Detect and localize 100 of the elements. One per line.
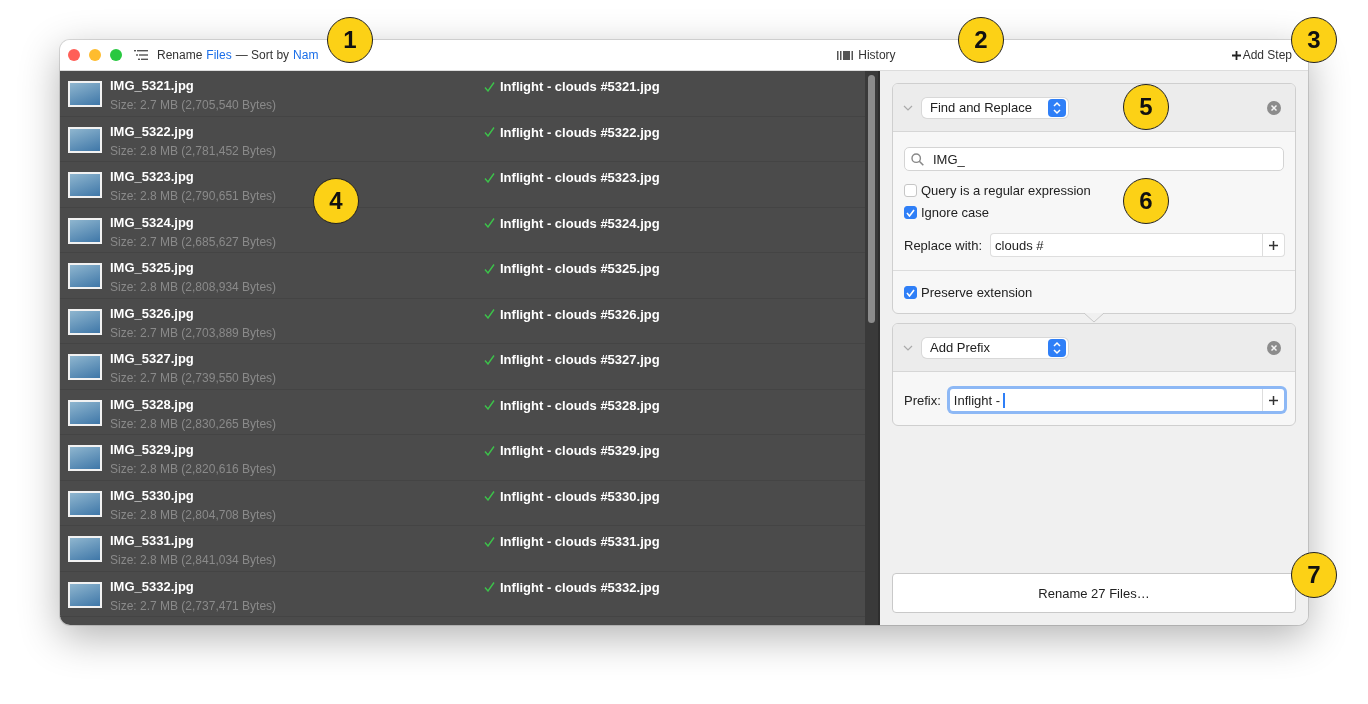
stepper-icon: [1048, 98, 1066, 117]
photo-thumbnail: [68, 581, 102, 608]
remove-icon[interactable]: [1267, 100, 1281, 115]
remove-icon[interactable]: [1267, 340, 1281, 355]
checkbox-label: Query is a regular expression: [921, 183, 1091, 198]
files-link[interactable]: Files: [206, 48, 232, 62]
photo-thumbnail: [68, 490, 102, 517]
checkmark-icon: [484, 81, 495, 92]
photo-thumbnail: [68, 445, 102, 471]
checkmark-icon: [484, 263, 495, 274]
callout-marker: 3: [1291, 17, 1337, 63]
sort-label: — Sort by: [235, 48, 290, 62]
checkmark-icon: [906, 208, 915, 217]
new-file-name: Inflight - clouds #5322.jpg: [500, 124, 660, 140]
step-type-dropdown[interactable]: Add Prefix: [922, 337, 1068, 358]
file-name: IMG_5322.jpg: [110, 123, 194, 139]
file-size: Size: 2.8 MB (2,790,651 Bytes): [110, 189, 277, 203]
stepper-icon: [1048, 338, 1066, 357]
chevron-icon: [903, 104, 913, 111]
new-file-name: Inflight - clouds #5323.jpg: [500, 170, 660, 185]
new-file-name: Inflight - clouds #5327.jpg: [500, 352, 660, 367]
list-icon: [134, 50, 148, 60]
field-label: Prefix:: [904, 392, 941, 408]
checkbox[interactable]: [904, 206, 917, 219]
new-file-name: Inflight - clouds #5324.jpg: [500, 215, 660, 231]
photo-thumbnail: [68, 354, 102, 380]
minimize-button[interactable]: [89, 49, 101, 61]
file-name: IMG_5321.jpg: [110, 78, 194, 93]
plus-icon: [1269, 395, 1278, 405]
file-name: IMG_5323.jpg: [110, 169, 194, 184]
checkmark-icon: [484, 218, 495, 228]
callout-marker: 2: [958, 17, 1004, 63]
file-size: Size: 2.7 MB (2,739,550 Bytes): [110, 371, 277, 385]
new-file-name: Inflight - clouds #5321.jpg: [500, 79, 660, 94]
file-size: Size: 2.7 MB (2,703,889 Bytes): [110, 325, 277, 340]
search-icon: [911, 152, 924, 166]
checkmark-icon: [484, 172, 495, 183]
checkmark-icon: [484, 309, 495, 319]
new-file-name: Inflight - clouds #5325.jpg: [500, 261, 660, 276]
checkmark-icon: [484, 127, 495, 137]
history-button[interactable]: History: [837, 48, 896, 62]
zoom-button[interactable]: [110, 49, 122, 61]
file-size: Size: 2.8 MB (2,841,034 Bytes): [110, 553, 277, 567]
checkmark-icon: [484, 445, 495, 456]
file-size: Size: 2.8 MB (2,781,452 Bytes): [110, 143, 277, 158]
checkbox[interactable]: [904, 184, 917, 197]
file-size: Size: 2.7 MB (2,685,627 Bytes): [110, 234, 277, 249]
add-step-button[interactable]: Add Step: [1231, 48, 1292, 62]
new-file-name: Inflight - clouds #5330.jpg: [500, 488, 660, 504]
checkmark-icon: [484, 582, 495, 592]
close-button[interactable]: [68, 49, 80, 61]
rename-button[interactable]: Rename 27 Files…: [892, 573, 1296, 613]
callout-marker: 1: [327, 17, 373, 63]
scroll-thumb[interactable]: [868, 75, 875, 323]
checkbox[interactable]: [904, 286, 917, 299]
checkmark-icon: [484, 354, 495, 365]
file-size: Size: 2.8 MB (2,808,934 Bytes): [110, 280, 277, 294]
file-name: IMG_5324.jpg: [110, 214, 194, 230]
field-label: Replace with:: [904, 237, 983, 253]
step-type-dropdown[interactable]: Find and Replace: [922, 97, 1068, 118]
file-name: IMG_5325.jpg: [110, 260, 194, 275]
file-name: IMG_5329.jpg: [110, 442, 194, 457]
prefix-field[interactable]: Inflight -: [949, 389, 1284, 411]
file-size: Size: 2.7 MB (2,737,471 Bytes): [110, 598, 277, 613]
sort-link[interactable]: Nam: [293, 48, 319, 62]
file-name: IMG_5331.jpg: [110, 533, 194, 548]
new-file-name: Inflight - clouds #5329.jpg: [500, 443, 660, 458]
photo-thumbnail: [68, 126, 102, 153]
photo-thumbnail: [68, 263, 102, 289]
file-size: Size: 2.7 MB (2,705,540 Bytes): [110, 98, 277, 112]
scrollbar[interactable]: [865, 71, 880, 625]
checkmark-icon: [484, 491, 495, 501]
replace-field[interactable]: clouds #: [991, 234, 1284, 256]
file-name: IMG_5332.jpg: [110, 578, 194, 594]
photo-thumbnail: [68, 399, 102, 426]
file-name: IMG_5326.jpg: [110, 305, 194, 321]
photo-thumbnail: [68, 172, 102, 198]
photo-thumbnail: [68, 536, 102, 562]
file-size: Size: 2.8 MB (2,804,708 Bytes): [110, 507, 277, 522]
checkbox-label: Preserve extension: [921, 285, 1033, 300]
file-name: IMG_5330.jpg: [110, 487, 194, 503]
checkmark-icon: [906, 288, 915, 297]
checkmark-icon: [484, 400, 495, 410]
chevron-icon: [903, 344, 913, 351]
file-name: IMG_5328.jpg: [110, 396, 194, 412]
checkmark-icon: [484, 536, 495, 547]
photo-thumbnail: [68, 81, 102, 107]
file-name: IMG_5327.jpg: [110, 351, 194, 366]
photo-thumbnail: [68, 308, 102, 335]
plus-icon: [1231, 50, 1241, 60]
barcode-icon: [837, 50, 855, 60]
file-size: Size: 2.8 MB (2,830,265 Bytes): [110, 416, 277, 431]
text-cursor: [1003, 392, 1006, 408]
window-title: Rename: [157, 48, 203, 62]
search-field[interactable]: IMG_: [904, 147, 1284, 171]
file-size: Size: 2.8 MB (2,820,616 Bytes): [110, 462, 277, 476]
new-file-name: Inflight - clouds #5331.jpg: [500, 534, 660, 549]
checkbox-label: Ignore case: [921, 205, 989, 220]
plus-icon: [1269, 240, 1278, 250]
new-file-name: Inflight - clouds #5326.jpg: [500, 306, 660, 322]
